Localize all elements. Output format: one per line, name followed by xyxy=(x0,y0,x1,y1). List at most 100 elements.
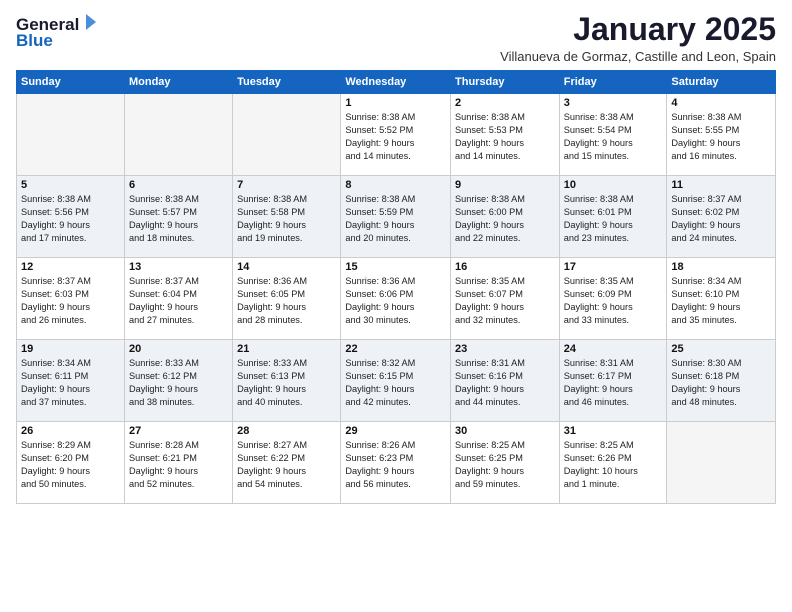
calendar-cell: 26 Sunrise: 8:29 AMSunset: 6:20 PMDayligh… xyxy=(17,422,125,504)
calendar-cell: 4Sunrise: 8:38 AMSunset: 5:55 PMDaylight… xyxy=(667,94,776,176)
day-info: Sunrise: 8:38 AMSunset: 5:52 PMDaylight:… xyxy=(345,111,446,163)
calendar-cell: 29Sunrise: 8:26 AMSunset: 6:23 PMDayligh… xyxy=(341,422,451,504)
day-info: Sunrise: 8:38 AMSunset: 5:59 PMDaylight:… xyxy=(345,193,446,245)
calendar-cell: 31 Sunrise: 8:25 AMSunset: 6:26 PMDayligh… xyxy=(559,422,667,504)
calendar-cell: 10 Sunrise: 8:38 AMSunset: 6:01 PMDayligh… xyxy=(559,176,667,258)
day-info: Sunrise: 8:38 AMSunset: 5:54 PMDaylight:… xyxy=(564,111,663,163)
calendar-cell xyxy=(124,94,232,176)
calendar-cell: 5 Sunrise: 8:38 AMSunset: 5:56 PMDaylight… xyxy=(17,176,125,258)
day-number: 5 xyxy=(21,179,120,191)
calendar-cell: 18 Sunrise: 8:34 AMSunset: 6:10 PMDayligh… xyxy=(667,258,776,340)
calendar-week-4: 19Sunrise: 8:34 AMSunset: 6:11 PMDayligh… xyxy=(17,340,776,422)
weekday-header-sunday: Sunday xyxy=(17,71,125,94)
calendar-cell: 6 Sunrise: 8:38 AMSunset: 5:57 PMDaylight… xyxy=(124,176,232,258)
weekday-header-thursday: Thursday xyxy=(451,71,560,94)
calendar-week-2: 5 Sunrise: 8:38 AMSunset: 5:56 PMDaylight… xyxy=(17,176,776,258)
day-info: Sunrise: 8:35 AMSunset: 6:07 PMDaylight:… xyxy=(455,275,555,327)
day-info: Sunrise: 8:38 AMSunset: 5:57 PMDaylight:… xyxy=(129,193,228,245)
day-info: Sunrise: 8:38 AMSunset: 5:56 PMDaylight:… xyxy=(21,193,120,245)
calendar-cell: 7 Sunrise: 8:38 AMSunset: 5:58 PMDaylight… xyxy=(233,176,341,258)
day-info: Sunrise: 8:25 AMSunset: 6:25 PMDaylight:… xyxy=(455,439,555,491)
day-number: 25 xyxy=(671,343,771,355)
calendar-cell: 25 Sunrise: 8:30 AMSunset: 6:18 PMDayligh… xyxy=(667,340,776,422)
day-number: 6 xyxy=(129,179,228,191)
day-number: 29 xyxy=(345,425,446,437)
day-number: 1 xyxy=(345,97,446,109)
day-info: Sunrise: 8:36 AMSunset: 6:06 PMDaylight:… xyxy=(345,275,446,327)
day-number: 7 xyxy=(237,179,336,191)
calendar-cell: 11Sunrise: 8:37 AMSunset: 6:02 PMDayligh… xyxy=(667,176,776,258)
day-number: 27 xyxy=(129,425,228,437)
day-number: 31 xyxy=(564,425,663,437)
weekday-header-monday: Monday xyxy=(124,71,232,94)
day-info: Sunrise: 8:29 AMSunset: 6:20 PMDaylight:… xyxy=(21,439,120,491)
subtitle: Villanueva de Gormaz, Castille and Leon,… xyxy=(500,49,776,64)
day-info: Sunrise: 8:33 AMSunset: 6:13 PMDaylight:… xyxy=(237,357,336,409)
day-info: Sunrise: 8:37 AMSunset: 6:03 PMDaylight:… xyxy=(21,275,120,327)
day-info: Sunrise: 8:38 AMSunset: 6:01 PMDaylight:… xyxy=(564,193,663,245)
calendar-body: 1 Sunrise: 8:38 AMSunset: 5:52 PMDaylight… xyxy=(17,94,776,504)
calendar-cell: 3 Sunrise: 8:38 AMSunset: 5:54 PMDaylight… xyxy=(559,94,667,176)
day-number: 30 xyxy=(455,425,555,437)
calendar-cell: 14Sunrise: 8:36 AMSunset: 6:05 PMDayligh… xyxy=(233,258,341,340)
calendar-cell xyxy=(667,422,776,504)
day-info: Sunrise: 8:30 AMSunset: 6:18 PMDaylight:… xyxy=(671,357,771,409)
day-info: Sunrise: 8:37 AMSunset: 6:04 PMDaylight:… xyxy=(129,275,228,327)
calendar-cell: 27 Sunrise: 8:28 AMSunset: 6:21 PMDayligh… xyxy=(124,422,232,504)
calendar-cell: 28Sunrise: 8:27 AMSunset: 6:22 PMDayligh… xyxy=(233,422,341,504)
day-info: Sunrise: 8:35 AMSunset: 6:09 PMDaylight:… xyxy=(564,275,663,327)
day-number: 11 xyxy=(671,179,771,191)
page: General Blue January 2025 Villanueva de … xyxy=(0,0,792,612)
day-number: 26 xyxy=(21,425,120,437)
calendar-cell: 16 Sunrise: 8:35 AMSunset: 6:07 PMDayligh… xyxy=(451,258,560,340)
day-info: Sunrise: 8:34 AMSunset: 6:11 PMDaylight:… xyxy=(21,357,120,409)
calendar-cell: 20Sunrise: 8:33 AMSunset: 6:12 PMDayligh… xyxy=(124,340,232,422)
calendar-cell xyxy=(233,94,341,176)
day-number: 18 xyxy=(671,261,771,273)
day-number: 28 xyxy=(237,425,336,437)
day-number: 16 xyxy=(455,261,555,273)
day-info: Sunrise: 8:38 AMSunset: 5:53 PMDaylight:… xyxy=(455,111,555,163)
day-info: Sunrise: 8:25 AMSunset: 6:26 PMDaylight:… xyxy=(564,439,663,491)
day-number: 4 xyxy=(671,97,771,109)
day-number: 3 xyxy=(564,97,663,109)
calendar-cell: 17 Sunrise: 8:35 AMSunset: 6:09 PMDayligh… xyxy=(559,258,667,340)
calendar-cell: 12Sunrise: 8:37 AMSunset: 6:03 PMDayligh… xyxy=(17,258,125,340)
day-info: Sunrise: 8:32 AMSunset: 6:15 PMDaylight:… xyxy=(345,357,446,409)
day-number: 24 xyxy=(564,343,663,355)
day-info: Sunrise: 8:38 AMSunset: 5:58 PMDaylight:… xyxy=(237,193,336,245)
calendar-cell: 21Sunrise: 8:33 AMSunset: 6:13 PMDayligh… xyxy=(233,340,341,422)
calendar-cell: 2 Sunrise: 8:38 AMSunset: 5:53 PMDaylight… xyxy=(451,94,560,176)
logo: General Blue xyxy=(16,12,96,50)
weekday-header-tuesday: Tuesday xyxy=(233,71,341,94)
header: General Blue January 2025 Villanueva de … xyxy=(16,12,776,64)
calendar-week-3: 12Sunrise: 8:37 AMSunset: 6:03 PMDayligh… xyxy=(17,258,776,340)
logo-svg: General Blue xyxy=(16,12,96,50)
day-number: 20 xyxy=(129,343,228,355)
day-number: 22 xyxy=(345,343,446,355)
calendar-cell: 30 Sunrise: 8:25 AMSunset: 6:25 PMDayligh… xyxy=(451,422,560,504)
calendar-week-5: 26 Sunrise: 8:29 AMSunset: 6:20 PMDayligh… xyxy=(17,422,776,504)
calendar-cell: 24 Sunrise: 8:31 AMSunset: 6:17 PMDayligh… xyxy=(559,340,667,422)
day-info: Sunrise: 8:38 AMSunset: 6:00 PMDaylight:… xyxy=(455,193,555,245)
day-info: Sunrise: 8:31 AMSunset: 6:17 PMDaylight:… xyxy=(564,357,663,409)
day-number: 9 xyxy=(455,179,555,191)
weekday-header-wednesday: Wednesday xyxy=(341,71,451,94)
calendar-header: SundayMondayTuesdayWednesdayThursdayFrid… xyxy=(17,71,776,94)
day-info: Sunrise: 8:28 AMSunset: 6:21 PMDaylight:… xyxy=(129,439,228,491)
day-info: Sunrise: 8:34 AMSunset: 6:10 PMDaylight:… xyxy=(671,275,771,327)
day-number: 10 xyxy=(564,179,663,191)
calendar-cell: 1 Sunrise: 8:38 AMSunset: 5:52 PMDaylight… xyxy=(341,94,451,176)
day-number: 2 xyxy=(455,97,555,109)
day-number: 23 xyxy=(455,343,555,355)
weekday-header-friday: Friday xyxy=(559,71,667,94)
calendar-week-1: 1 Sunrise: 8:38 AMSunset: 5:52 PMDaylight… xyxy=(17,94,776,176)
day-number: 17 xyxy=(564,261,663,273)
day-info: Sunrise: 8:31 AMSunset: 6:16 PMDaylight:… xyxy=(455,357,555,409)
calendar-table: SundayMondayTuesdayWednesdayThursdayFrid… xyxy=(16,70,776,504)
weekday-header-saturday: Saturday xyxy=(667,71,776,94)
day-number: 13 xyxy=(129,261,228,273)
calendar-cell xyxy=(17,94,125,176)
day-number: 14 xyxy=(237,261,336,273)
month-title: January 2025 xyxy=(500,12,776,47)
